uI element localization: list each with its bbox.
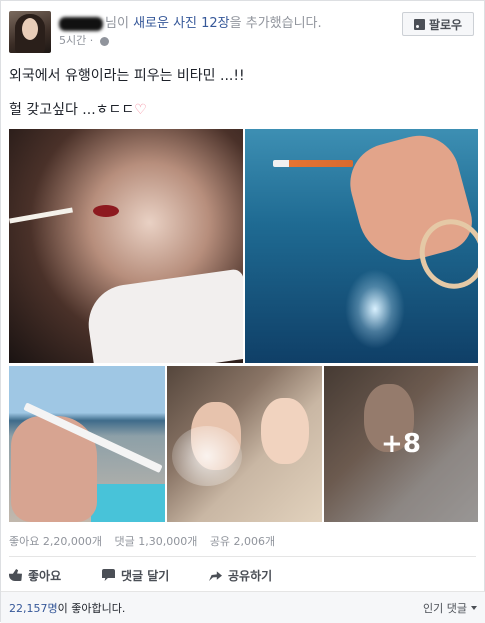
comment-sort-label: 인기 댓글: [423, 602, 467, 615]
follow-label: 팔로우: [428, 17, 463, 32]
post-timestamp[interactable]: 5시간: [59, 34, 86, 47]
comment-sort-dropdown[interactable]: 인기 댓글: [423, 600, 477, 616]
like-button[interactable]: 좋아요: [9, 564, 61, 586]
more-photos-count: +8: [381, 429, 421, 459]
photo-1-cigarette: [9, 207, 73, 224]
photo-4-smoke: [172, 426, 242, 486]
avatar-face: [22, 18, 38, 40]
comment-button[interactable]: 댓글 달기: [102, 564, 169, 586]
author-suffix: 님이: [105, 16, 129, 31]
photo-4[interactable]: [167, 366, 322, 522]
thumbs-up-icon: [9, 569, 22, 581]
post-meta: 5시간 ·: [59, 32, 109, 48]
post-text-line-2: 헐 갖고싶다 ...ㅎㄷㄷ♡: [9, 99, 147, 119]
divider-top: [9, 556, 476, 557]
post-text-line-2-text: 헐 갖고싶다 ...ㅎㄷㄷ: [9, 102, 135, 118]
post-text-line-1: 외국에서 유행이라는 피우는 비타민 ...!!: [9, 68, 245, 84]
like-label: 좋아요: [28, 568, 62, 583]
photo-3-pool: [91, 484, 165, 522]
likes-summary-count[interactable]: 22,157명: [9, 602, 58, 615]
post-card: 님이 새로운 사진 12장을 추가했습니다. 5시간 · 팔로우 외국에서 유행…: [0, 0, 485, 623]
likes-summary: 22,157명이 좋아합니다.: [9, 600, 125, 616]
photo-5-more[interactable]: +8: [324, 366, 478, 522]
photo-2-cigarette: [273, 160, 353, 167]
shares-count[interactable]: 공유 2,006개: [210, 535, 275, 548]
engagement-stats: 좋아요 2,20,000개 댓글 1,30,000개 공유 2,006개: [9, 533, 284, 549]
photo-1-lips: [93, 205, 119, 217]
share-arrow-icon: [209, 571, 222, 581]
post-header: 님이 새로운 사진 12장을 추가했습니다.: [59, 12, 322, 31]
rss-icon: [413, 18, 425, 30]
photo-2-water-sparkle: [345, 269, 405, 349]
likes-summary-text: 이 좋아합니다.: [57, 602, 126, 615]
follow-button[interactable]: 팔로우: [402, 12, 474, 36]
heart-emoji: ♡: [134, 102, 147, 118]
reactions-footer: 22,157명이 좋아합니다. 인기 댓글: [1, 591, 485, 623]
photo-1[interactable]: [9, 129, 243, 363]
photo-2[interactable]: [245, 129, 478, 363]
redacted-author-name[interactable]: [59, 16, 103, 31]
avatar[interactable]: [9, 11, 51, 53]
photo-3[interactable]: [9, 366, 165, 522]
comments-count[interactable]: 댓글 1,30,000개: [114, 535, 197, 548]
share-label: 공유하기: [228, 568, 273, 583]
comment-label: 댓글 달기: [121, 568, 170, 583]
chevron-down-icon: [471, 606, 477, 610]
photo-1-shirt: [83, 268, 243, 363]
share-button[interactable]: 공유하기: [209, 564, 272, 586]
comment-icon: [102, 569, 115, 581]
globe-icon: [99, 36, 109, 46]
likes-count[interactable]: 좋아요 2,20,000개: [9, 535, 102, 548]
header-action-tail: 을 추가했습니다.: [229, 16, 322, 31]
photo-4-face-right: [261, 398, 309, 464]
photos-added-link[interactable]: 새로운 사진 12장: [133, 16, 230, 31]
action-bar: 좋아요 댓글 달기 공유하기: [1, 564, 485, 586]
